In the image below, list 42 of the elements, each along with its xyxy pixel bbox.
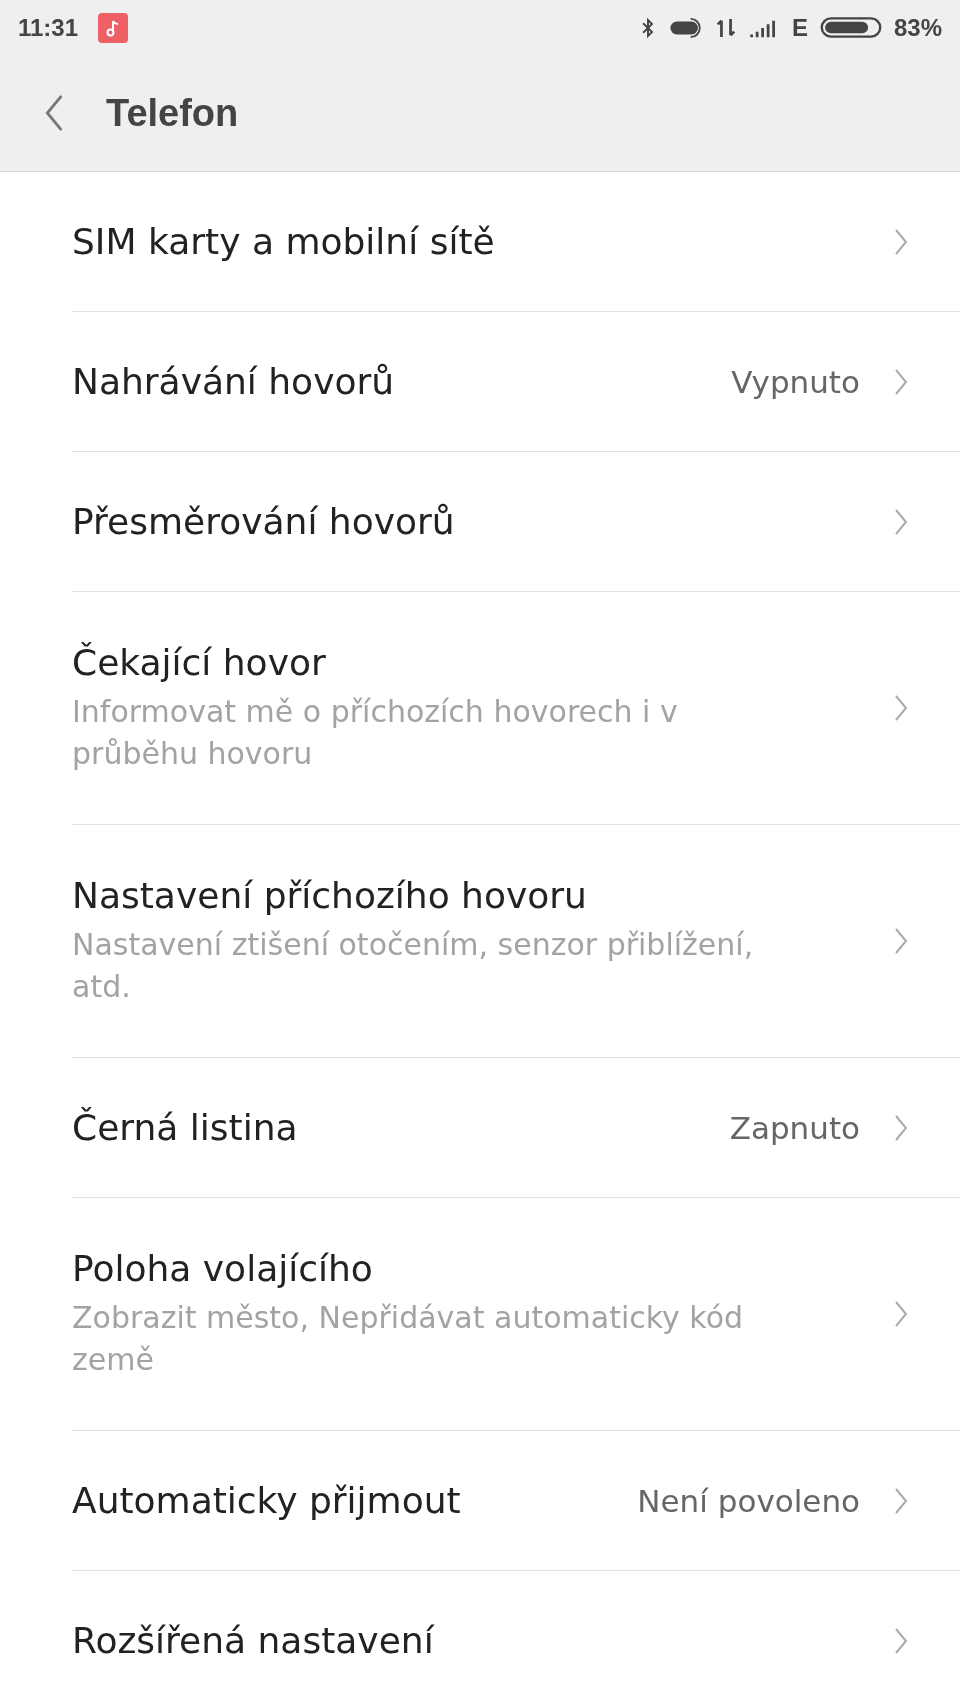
chevron-icon [894, 1113, 908, 1142]
item-title: Černá listina [72, 1107, 299, 1148]
settings-item[interactable]: Přesměrování hovorů [72, 452, 960, 592]
music-app-icon [98, 12, 129, 43]
item-title: SIM karty a mobilní sítě [72, 221, 496, 262]
settings-item[interactable]: Čekající hovor Informovat mě o příchozích hovorech i v průběhu hovoru [72, 592, 960, 825]
item-description: Zobrazit město, Nepřidávat automaticky kód země [72, 1298, 745, 1379]
status-time: 11:31 [18, 13, 79, 42]
back-icon[interactable] [44, 94, 64, 132]
settings-item[interactable]: Černá listina Zapnuto [72, 1058, 960, 1198]
chevron-icon [894, 927, 908, 955]
chevron-icon [894, 507, 908, 536]
settings-item[interactable]: Poloha volajícího Zobrazit město, Nepřidávat automaticky kód země [72, 1198, 960, 1431]
settings-item[interactable]: SIM karty a mobilní sítě [72, 172, 960, 312]
chevron-icon [894, 1486, 908, 1515]
item-description: Informovat mě o příchozích hovorech i v průběhu hovoru [72, 692, 679, 773]
item-value: Zapnuto [729, 1109, 860, 1146]
settings-item[interactable]: Nahrávání hovorů Vypnuto [72, 312, 960, 452]
chevron-icon [894, 694, 908, 722]
item-title: Poloha volajícího [72, 1247, 374, 1289]
settings-item[interactable]: Automaticky přijmout Není povoleno [72, 1431, 960, 1571]
chevron-icon [894, 367, 908, 396]
chevron-icon [894, 1300, 908, 1328]
item-description: Nastavení ztišení otočením, senzor přiblížení, atd. [72, 925, 755, 1006]
battery-percent: 83% [893, 13, 942, 42]
item-title: Nahrávání hovorů [72, 361, 396, 402]
item-title: Přesměrování hovorů [72, 501, 456, 542]
page-title: Telefon [106, 91, 239, 135]
item-value: Není povoleno [637, 1482, 860, 1519]
network-type: E [791, 13, 808, 42]
settings-item[interactable]: Rozšířená nastavení [72, 1571, 960, 1707]
settings-item[interactable]: Nastavení příchozího hovoru Nastavení ztišení otočením, senzor přiblížení, atd. [72, 825, 960, 1058]
toggle-icon [667, 16, 704, 39]
item-value: Vypnuto [731, 363, 860, 400]
battery-icon [819, 16, 882, 39]
chevron-icon [894, 1626, 908, 1655]
data-arrows-icon [715, 16, 736, 39]
item-title: Automaticky přijmout [72, 1480, 462, 1521]
item-title: Čekající hovor [72, 641, 327, 683]
chevron-icon [894, 227, 908, 256]
item-title: Rozšířená nastavení [72, 1620, 436, 1661]
item-title: Nastavení příchozího hovoru [72, 874, 588, 916]
